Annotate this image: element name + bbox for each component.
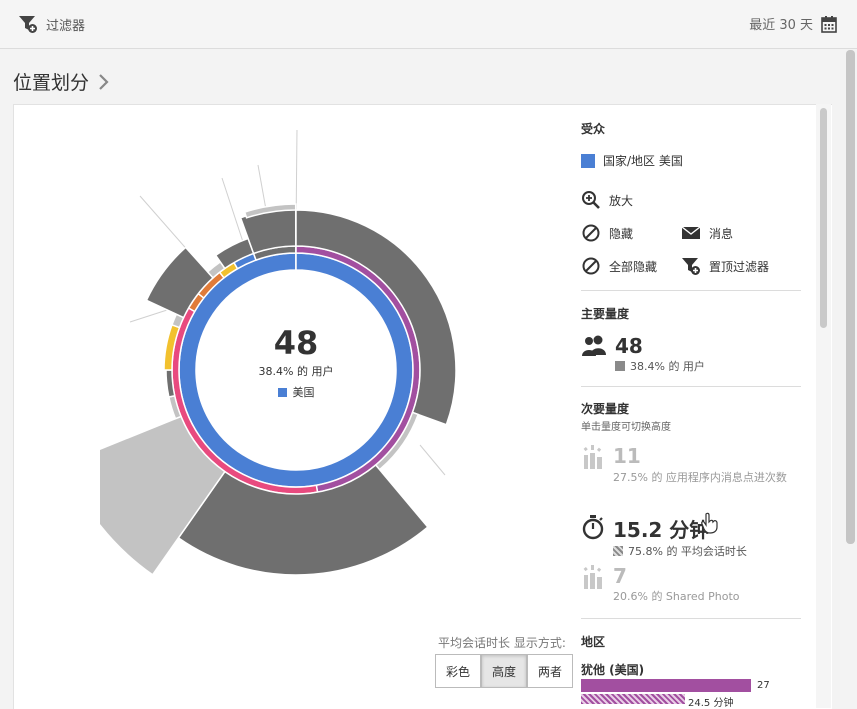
hide-action[interactable]: 隐藏 xyxy=(581,223,633,243)
secondary-metric-1-value: 11 xyxy=(613,444,641,468)
hide-all-icon xyxy=(582,257,600,275)
region-header-row: 地区 xyxy=(581,633,605,650)
region-value-bar[interactable] xyxy=(581,679,751,692)
secondary-metric-option-1[interactable]: 11 27.5% 的 应用程序内消息点进次数 xyxy=(581,444,803,488)
display-mode-height-button[interactable]: 高度 xyxy=(481,654,528,688)
tap-icon xyxy=(583,565,602,589)
region-header: 地区 xyxy=(581,635,606,649)
calendar-icon xyxy=(821,15,837,33)
primary-metric-header-row: 主要量度 xyxy=(581,305,629,322)
tap-icon xyxy=(583,445,602,469)
panel-scrollbar-thumb[interactable] xyxy=(820,108,827,328)
filter-label: 过滤器 xyxy=(46,18,86,34)
message-action[interactable]: 消息 xyxy=(681,223,733,243)
primary-metric-header: 主要量度 xyxy=(581,307,630,321)
primary-metric-swatch xyxy=(615,361,625,371)
hand-cursor-icon xyxy=(701,512,718,534)
secondary-metric-2-detail: 75.8% 的 平均会话时长 xyxy=(628,545,747,558)
region-value-label: 27 xyxy=(757,680,770,691)
secondary-metric-option-2[interactable]: 15.2 分钟 75.8% 的 平均会话时长 xyxy=(581,514,747,559)
filter-button[interactable]: 过滤器 xyxy=(18,14,85,34)
display-mode-both-button[interactable]: 两者 xyxy=(527,654,574,688)
divider xyxy=(581,290,801,291)
users-icon xyxy=(582,335,606,356)
audience-swatch xyxy=(581,153,595,168)
primary-metric-value: 48 xyxy=(615,334,643,358)
pin-filter-label: 置顶过滤器 xyxy=(709,259,770,274)
chevron-right-icon xyxy=(99,73,109,90)
center-legend-swatch xyxy=(277,388,287,397)
region-sub-value-label: 24.5 分钟 xyxy=(688,698,734,709)
center-value: 48 xyxy=(273,324,319,362)
hide-icon xyxy=(582,224,600,242)
secondary-metric-option-3[interactable]: 7 20.6% 的 Shared Photo xyxy=(581,564,740,604)
breadcrumb[interactable]: 位置划分 xyxy=(13,68,109,95)
display-mode-label: 平均会话时长 显示方式: xyxy=(438,636,566,650)
zoom-in-icon xyxy=(582,191,600,209)
center-legend: 美国 xyxy=(200,384,392,400)
secondary-metric-hint-row: 单击量度可切换高度 xyxy=(581,418,671,433)
secondary-metric-2-detail-row: 75.8% 的 平均会话时长 xyxy=(613,543,747,559)
message-label: 消息 xyxy=(709,226,734,241)
display-mode-color-button[interactable]: 彩色 xyxy=(435,654,482,688)
secondary-metric-3-detail: 20.6% 的 Shared Photo xyxy=(613,590,740,603)
date-range-picker[interactable]: 最近 30 天 xyxy=(749,14,837,33)
audience-item-label: 国家/地区 美国 xyxy=(603,154,683,168)
region-sub-bar[interactable] xyxy=(581,694,685,704)
filter-add-icon xyxy=(682,258,700,275)
secondary-metric-2-swatch xyxy=(613,546,623,556)
date-range-label: 最近 30 天 xyxy=(749,18,813,33)
primary-metric[interactable]: 48 38.4% 的 用户 xyxy=(581,334,705,374)
region-item-header: 犹他 (美国) xyxy=(581,661,644,678)
page-scrollbar[interactable] xyxy=(846,50,855,544)
display-mode-toggle: 彩色 高度 两者 xyxy=(435,654,574,688)
audience-item[interactable]: 国家/地区 美国 xyxy=(581,152,683,169)
divider xyxy=(581,618,801,619)
hide-label: 隐藏 xyxy=(609,226,634,241)
secondary-metric-2-value: 15.2 分钟 xyxy=(613,518,710,542)
primary-metric-detail-row: 38.4% 的 用户 xyxy=(615,358,705,374)
audience-header-row: 受众 xyxy=(581,120,605,137)
secondary-metric-header-row: 次要量度 xyxy=(581,400,629,417)
region-item-label: 犹他 (美国) xyxy=(581,663,645,677)
primary-metric-detail: 38.4% 的 用户 xyxy=(630,360,705,373)
zoom-action[interactable]: 放大 xyxy=(581,190,633,210)
hide-all-action[interactable]: 全部隐藏 xyxy=(581,256,657,276)
zoom-label: 放大 xyxy=(609,193,634,208)
secondary-metric-hint: 单击量度可切换高度 xyxy=(581,422,671,433)
top-bar: 过滤器 最近 30 天 xyxy=(0,0,857,49)
secondary-metric-1-detail: 27.5% 的 应用程序内消息点进次数 xyxy=(613,471,787,484)
envelope-icon xyxy=(681,226,701,239)
center-legend-label: 美国 xyxy=(292,386,315,399)
stopwatch-icon xyxy=(582,515,604,540)
filter-add-icon xyxy=(19,16,37,33)
divider xyxy=(581,386,801,387)
secondary-metric-header: 次要量度 xyxy=(581,402,630,416)
center-subtitle: 38.4% 的 用户 xyxy=(258,365,334,378)
hide-all-label: 全部隐藏 xyxy=(609,259,658,274)
secondary-metric-3-value: 7 xyxy=(613,564,627,588)
page-title: 位置划分 xyxy=(13,72,90,94)
pin-filter-action[interactable]: 置顶过滤器 xyxy=(681,256,769,276)
audience-header: 受众 xyxy=(581,122,606,136)
